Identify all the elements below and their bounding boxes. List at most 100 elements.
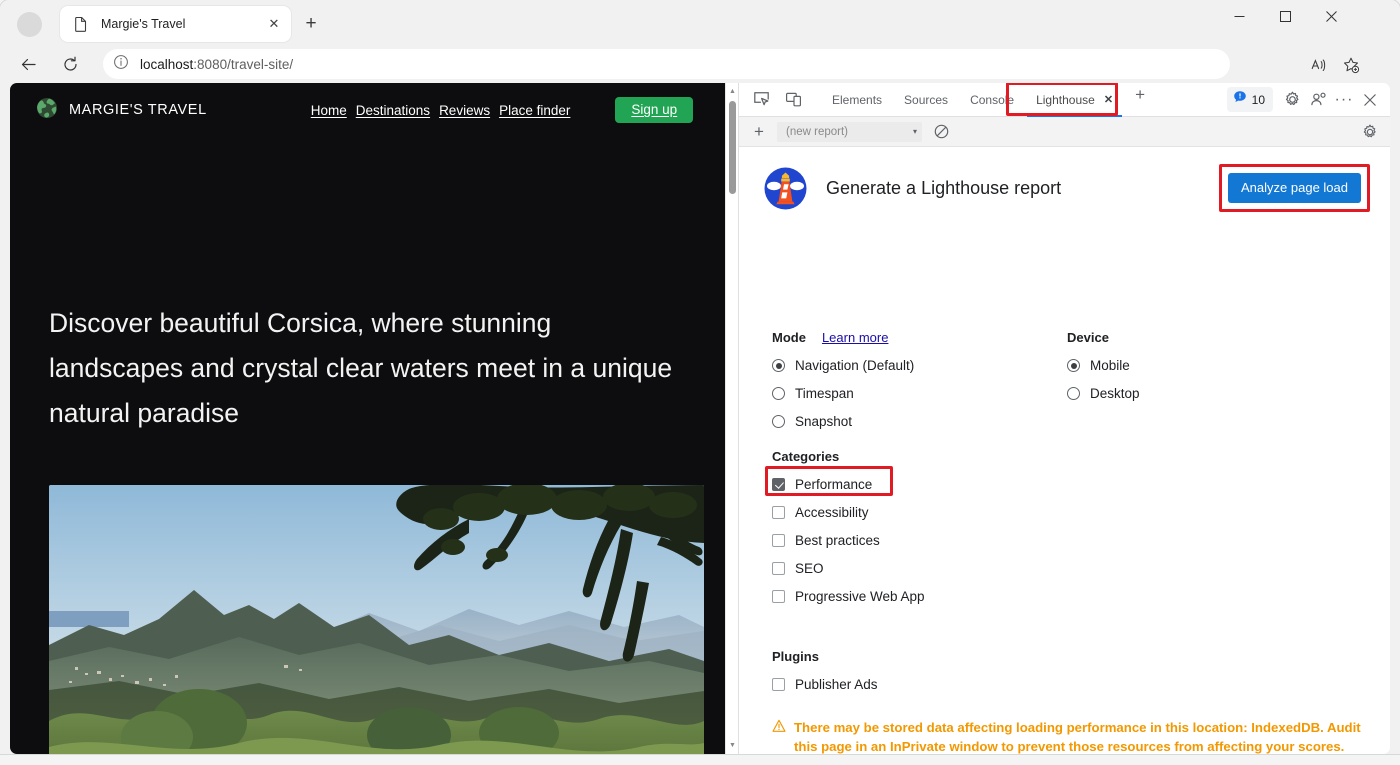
new-report-button[interactable]: +	[746, 119, 772, 145]
inspect-element-icon[interactable]	[747, 86, 775, 114]
scrollbar-thumb[interactable]	[729, 101, 736, 194]
warning-triangle-icon	[772, 719, 786, 738]
info-circle-icon[interactable]	[113, 54, 129, 75]
hero-heading: Discover beautiful Corsica, where stunni…	[49, 301, 689, 436]
radio-icon	[1067, 359, 1080, 372]
profile-avatar[interactable]	[17, 12, 42, 37]
analyze-page-load-button[interactable]: Analyze page load	[1228, 173, 1361, 203]
address-url-path: :8080/travel-site/	[193, 57, 293, 72]
window-close-button[interactable]	[1308, 0, 1354, 32]
lighthouse-logo-icon	[763, 166, 808, 211]
highlight-box-analyze-button: Analyze page load	[1219, 164, 1370, 212]
scrollbar-down-arrow-icon[interactable]: ▼	[726, 739, 738, 752]
devtools-tabbar: Elements Sources Console Lighthouse ✕ +	[739, 83, 1390, 117]
device-option-desktop-label: Desktop	[1090, 386, 1140, 401]
category-progressive-web-app[interactable]: Progressive Web App	[772, 589, 1102, 604]
stored-data-warning-text: There may be stored data affecting loadi…	[794, 718, 1372, 754]
clear-report-icon[interactable]	[929, 120, 953, 144]
learn-more-link[interactable]: Learn more	[822, 330, 888, 345]
nav-link-home[interactable]: Home	[311, 103, 347, 118]
device-block: Device Mobile Desktop	[1067, 330, 1297, 401]
chevron-down-icon: ▾	[913, 127, 917, 136]
back-arrow-icon[interactable]	[13, 49, 43, 79]
mode-option-timespan[interactable]: Timespan	[772, 386, 1062, 401]
nav-link-reviews[interactable]: Reviews	[439, 103, 490, 118]
device-option-desktop[interactable]: Desktop	[1067, 386, 1297, 401]
browser-tab[interactable]: Margie's Travel ✕	[60, 6, 291, 42]
close-devtools-icon[interactable]	[1357, 87, 1383, 113]
mode-option-snapshot-label: Snapshot	[795, 414, 852, 429]
tab-sources-label: Sources	[904, 93, 948, 107]
new-tab-button[interactable]: +	[298, 11, 324, 37]
add-panel-button[interactable]: +	[1128, 83, 1152, 107]
settings-gear-icon[interactable]	[1279, 87, 1305, 113]
close-icon[interactable]: ✕	[1104, 93, 1113, 106]
lighthouse-settings-icon[interactable]	[1358, 120, 1382, 144]
devtools-panel-tabs: Elements Sources Console Lighthouse ✕ +	[821, 83, 1152, 117]
devtools-right-cluster: 10 ···	[1227, 87, 1390, 113]
customize-devtools-icon[interactable]	[1305, 87, 1331, 113]
mode-title: Mode	[772, 330, 806, 345]
device-title: Device	[1067, 330, 1109, 345]
device-option-mobile[interactable]: Mobile	[1067, 358, 1297, 373]
hero-image	[49, 485, 704, 754]
lighthouse-title: Generate a Lighthouse report	[826, 178, 1061, 199]
address-bar-row: localhost:8080/travel-site/ ···	[0, 46, 1400, 82]
category-best-practices-label: Best practices	[795, 533, 880, 548]
report-select[interactable]: (new report) ▾	[777, 122, 922, 142]
tab-elements[interactable]: Elements	[821, 83, 893, 117]
issues-badge[interactable]: 10	[1227, 87, 1273, 112]
tab-console[interactable]: Console	[959, 83, 1025, 117]
page-viewport: MARGIE'S TRAVEL Home Destinations Review…	[10, 83, 738, 754]
radio-icon	[1067, 387, 1080, 400]
radio-icon	[772, 359, 785, 372]
mode-option-snapshot[interactable]: Snapshot	[772, 414, 1062, 429]
reload-icon[interactable]	[55, 49, 85, 79]
tab-lighthouse[interactable]: Lighthouse ✕	[1025, 83, 1124, 117]
lighthouse-toolbar: + (new report) ▾	[739, 117, 1390, 147]
globe-icon	[36, 97, 58, 124]
close-icon[interactable]: ✕	[261, 11, 287, 37]
checkbox-icon	[772, 506, 785, 519]
category-progressive-web-app-label: Progressive Web App	[795, 589, 925, 604]
category-performance[interactable]: Performance	[772, 477, 1102, 492]
tab-lighthouse-label: Lighthouse	[1036, 93, 1095, 107]
address-input[interactable]: localhost:8080/travel-site/	[103, 49, 1230, 79]
signup-button[interactable]: Sign up	[615, 97, 693, 123]
report-select-value: (new report)	[786, 126, 848, 138]
category-accessibility[interactable]: Accessibility	[772, 505, 1102, 520]
site-logo-group[interactable]: MARGIE'S TRAVEL	[36, 97, 207, 124]
mode-option-timespan-label: Timespan	[795, 386, 854, 401]
browser-window: Margie's Travel ✕ +	[0, 0, 1400, 754]
category-performance-label: Performance	[795, 477, 872, 492]
plugins-title: Plugins	[772, 649, 1102, 664]
mode-option-navigation[interactable]: Navigation (Default)	[772, 358, 1062, 373]
lighthouse-start-view: Generate a Lighthouse report Analyze pag…	[739, 148, 1390, 754]
device-head: Device	[1067, 330, 1297, 345]
checkbox-icon	[772, 590, 785, 603]
categories-title: Categories	[772, 449, 1102, 464]
more-options-icon[interactable]: ···	[1331, 87, 1357, 113]
radio-icon	[772, 415, 785, 428]
scrollbar-up-arrow-icon[interactable]: ▲	[726, 85, 738, 98]
tab-sources[interactable]: Sources	[893, 83, 959, 117]
stored-data-warning: There may be stored data affecting loadi…	[772, 718, 1372, 754]
category-seo[interactable]: SEO	[772, 561, 1102, 576]
device-toolbar-icon[interactable]	[779, 86, 807, 114]
site-nav: Home Destinations Reviews Place finder S…	[311, 97, 693, 123]
page-scrollbar[interactable]: ▲ ▼	[725, 83, 738, 754]
site-header: MARGIE'S TRAVEL Home Destinations Review…	[10, 83, 725, 137]
category-best-practices[interactable]: Best practices	[772, 533, 1102, 548]
nav-link-destinations[interactable]: Destinations	[356, 103, 430, 118]
address-url-host: localhost	[140, 57, 193, 72]
device-option-mobile-label: Mobile	[1090, 358, 1130, 373]
window-minimize-button[interactable]	[1216, 0, 1262, 32]
favorite-star-icon[interactable]	[1338, 52, 1364, 78]
window-maximize-button[interactable]	[1262, 0, 1308, 32]
category-seo-label: SEO	[795, 561, 824, 576]
read-aloud-icon[interactable]	[1306, 52, 1332, 78]
browser-tab-title: Margie's Travel	[101, 17, 261, 31]
radio-icon	[772, 387, 785, 400]
nav-link-place-finder[interactable]: Place finder	[499, 103, 570, 118]
plugin-publisher-ads[interactable]: Publisher Ads	[772, 677, 1102, 692]
